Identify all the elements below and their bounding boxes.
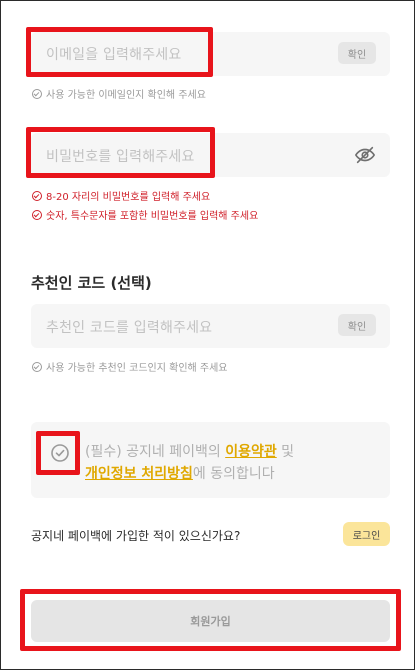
password-error-2-text: 숫자, 특수문자를 포함한 비밀번호를 입력해 주세요 (46, 211, 259, 222)
check-circle-icon (32, 190, 42, 201)
agreement-suffix: 에 동의합니다 (192, 466, 275, 482)
agreement-line-1: (필수) 공지네 페이백의 이용약관 및 (85, 441, 380, 463)
password-error-1: 8-20 자리의 비밀번호를 입력해 주세요 (32, 188, 210, 203)
check-circle-icon (51, 444, 69, 462)
referral-hint: 사용 가능한 추천인 코드인지 확인해 주세요 (32, 359, 228, 374)
email-hint: 사용 가능한 이메일인지 확인해 주세요 (32, 86, 206, 101)
signup-button[interactable]: 회원가입 (31, 600, 390, 642)
privacy-link[interactable]: 개인정보 처리방침 (85, 466, 193, 482)
email-placeholder: 이메일을 입력해주세요 (46, 47, 182, 63)
check-circle-icon (32, 88, 42, 99)
agreement-prefix: (필수) 공지네 페이백의 (85, 444, 226, 460)
referral-confirm-button[interactable]: 확인 (338, 314, 376, 336)
referral-confirm-label: 확인 (347, 321, 367, 333)
agreement-line-2: 개인정보 처리방침에 동의합니다 (85, 463, 380, 485)
password-error-1-text: 8-20 자리의 비밀번호를 입력해 주세요 (46, 192, 211, 203)
check-circle-icon (32, 361, 42, 372)
check-circle-icon (32, 209, 42, 220)
referral-placeholder: 추천인 코드를 입력해주세요 (46, 320, 213, 336)
agreement-text: (필수) 공지네 페이백의 이용약관 및 개인정보 처리방침에 동의합니다 (85, 441, 380, 485)
signup-label: 회원가입 (190, 615, 231, 628)
agreement-checkbox[interactable] (47, 440, 73, 466)
password-placeholder: 비밀번호를 입력해주세요 (46, 149, 195, 165)
referral-title: 추천인 코드 (선택) (31, 274, 152, 292)
eye-off-icon[interactable] (354, 144, 376, 166)
email-confirm-label: 확인 (347, 49, 367, 61)
terms-link[interactable]: 이용약관 (225, 444, 277, 460)
login-button[interactable]: 로그인 (343, 522, 390, 546)
password-error-2: 숫자, 특수문자를 포함한 비밀번호를 입력해 주세요 (32, 207, 258, 222)
login-label: 로그인 (352, 530, 381, 542)
email-confirm-button[interactable]: 확인 (338, 42, 376, 64)
referral-hint-text: 사용 가능한 추천인 코드인지 확인해 주세요 (46, 363, 228, 374)
email-hint-text: 사용 가능한 이메일인지 확인해 주세요 (46, 90, 206, 101)
login-question: 공지네 페이백에 가입한 적이 있으신가요? (31, 529, 241, 543)
agreement-middle: 및 (276, 444, 295, 460)
